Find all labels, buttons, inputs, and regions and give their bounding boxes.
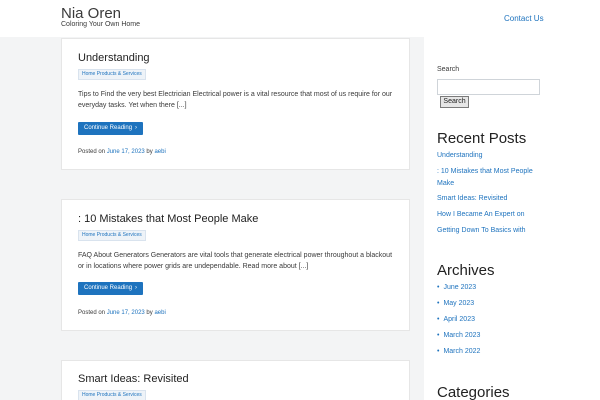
archives-title: Archives bbox=[437, 262, 495, 279]
categories-title: Categories bbox=[437, 384, 510, 400]
article-title[interactable]: Smart Ideas: Revisited bbox=[78, 373, 189, 385]
posted-on-label: Posted on bbox=[78, 149, 106, 155]
category-badge[interactable]: Home Products & Services bbox=[78, 230, 146, 241]
article-card: : 10 Mistakes that Most People Make Home… bbox=[61, 199, 410, 331]
post-meta: Posted on June 17, 2023 by aebi bbox=[78, 310, 166, 316]
continue-reading-button[interactable]: Continue Reading › bbox=[78, 282, 144, 295]
article-excerpt: FAQ About Generators Generators are vita… bbox=[78, 252, 393, 270]
recent-post-link[interactable]: Smart Ideas: Revisited bbox=[437, 193, 547, 205]
archive-item[interactable]: • June 2023 bbox=[437, 284, 476, 291]
archive-item[interactable]: • May 2023 bbox=[437, 300, 474, 307]
bullet-icon: • bbox=[437, 332, 440, 339]
article-title[interactable]: Understanding bbox=[78, 52, 150, 64]
archive-item[interactable]: • March 2023 bbox=[437, 332, 480, 339]
by-label: by bbox=[146, 149, 153, 155]
bullet-icon: • bbox=[437, 284, 440, 291]
search-widget-label: Search bbox=[437, 66, 460, 73]
post-date-link[interactable]: June 17, 2023 bbox=[107, 149, 145, 155]
chevron-right-icon: › bbox=[135, 285, 138, 291]
search-input[interactable] bbox=[437, 79, 540, 95]
archive-label: May 2023 bbox=[443, 300, 475, 307]
category-badge[interactable]: Home Products & Services bbox=[78, 390, 146, 400]
recent-post-link[interactable]: Understanding bbox=[437, 150, 547, 162]
archive-item[interactable]: • April 2023 bbox=[437, 316, 475, 323]
continue-reading-label: Continue Reading bbox=[84, 285, 133, 291]
archive-label: March 2022 bbox=[443, 348, 481, 355]
archive-label: April 2023 bbox=[443, 316, 475, 323]
author-link[interactable]: aebi bbox=[154, 310, 165, 316]
continue-reading-button[interactable]: Continue Reading › bbox=[78, 122, 144, 135]
posted-on-label: Posted on bbox=[78, 310, 106, 316]
category-badge[interactable]: Home Products & Services bbox=[78, 69, 146, 80]
archive-item[interactable]: • March 2022 bbox=[437, 348, 480, 355]
article-card: Smart Ideas: Revisited Home Products & S… bbox=[61, 360, 410, 400]
article-title[interactable]: : 10 Mistakes that Most People Make bbox=[78, 213, 258, 225]
bullet-icon: • bbox=[437, 300, 440, 307]
by-label: by bbox=[146, 310, 153, 316]
article-excerpt: Tips to Find the very best Electrician E… bbox=[78, 91, 393, 109]
post-meta: Posted on June 17, 2023 by aebi bbox=[78, 149, 166, 155]
recent-post-link[interactable]: How I Became An Expert on bbox=[437, 209, 547, 221]
bullet-icon: • bbox=[437, 348, 440, 355]
post-date-link[interactable]: June 17, 2023 bbox=[107, 310, 145, 316]
recent-posts-title: Recent Posts bbox=[437, 130, 527, 147]
archive-label: March 2023 bbox=[443, 332, 481, 339]
archive-label: June 2023 bbox=[443, 284, 477, 291]
bullet-icon: • bbox=[437, 316, 440, 323]
chevron-right-icon: › bbox=[135, 125, 138, 131]
search-button[interactable]: Search bbox=[440, 96, 469, 108]
recent-post-link[interactable]: Getting Down To Basics with bbox=[437, 225, 547, 237]
recent-post-link[interactable]: : 10 Mistakes that Most People Make bbox=[437, 166, 547, 190]
author-link[interactable]: aebi bbox=[154, 149, 165, 155]
continue-reading-label: Continue Reading bbox=[84, 125, 133, 131]
article-card: Understanding Home Products & Services T… bbox=[61, 38, 410, 170]
